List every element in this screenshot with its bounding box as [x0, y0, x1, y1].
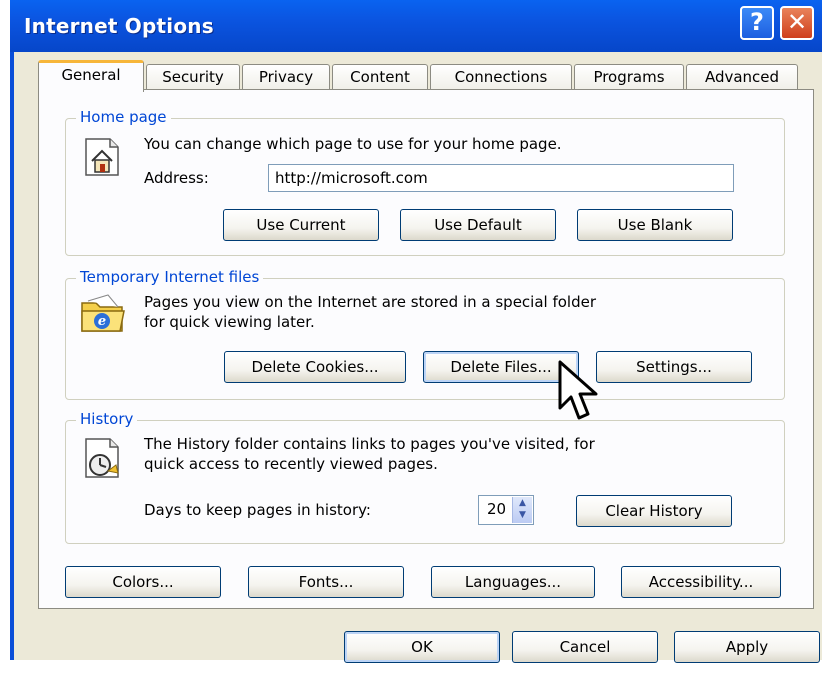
- temp-files-description-line2: for quick viewing later.: [144, 313, 315, 331]
- svg-text:e: e: [98, 314, 106, 329]
- home-page-icon: [85, 138, 119, 176]
- tab-security[interactable]: Security: [146, 64, 240, 90]
- apply-button[interactable]: Apply: [674, 631, 820, 663]
- languages-button[interactable]: Languages...: [431, 566, 595, 598]
- cancel-button[interactable]: Cancel: [512, 631, 658, 663]
- use-default-button[interactable]: Use Default: [400, 209, 556, 241]
- clear-history-button[interactable]: Clear History: [576, 495, 732, 527]
- window-title: Internet Options: [24, 14, 214, 38]
- fonts-button[interactable]: Fonts...: [248, 566, 404, 598]
- temp-files-folder-icon: e: [81, 294, 125, 332]
- history-description-line2: quick access to recently viewed pages.: [144, 455, 438, 473]
- home-page-group-label: Home page: [76, 108, 171, 126]
- use-blank-button[interactable]: Use Blank: [577, 209, 733, 241]
- history-clock-icon: [85, 438, 119, 478]
- address-label: Address:: [144, 169, 209, 187]
- days-to-keep-label: Days to keep pages in history:: [144, 501, 371, 519]
- tab-connections[interactable]: Connections: [430, 64, 572, 90]
- help-button[interactable]: ?: [740, 6, 774, 40]
- home-page-group: Home page You can change which page to u…: [65, 108, 785, 256]
- history-description-line1: The History folder contains links to pag…: [144, 435, 595, 453]
- settings-button[interactable]: Settings...: [596, 351, 752, 383]
- colors-button[interactable]: Colors...: [65, 566, 221, 598]
- days-to-keep-value: 20: [487, 500, 507, 518]
- general-tab-panel: Home page You can change which page to u…: [38, 89, 814, 609]
- close-button[interactable]: ✕: [780, 6, 814, 40]
- internet-options-window: Internet Options ? ✕ General Security Pr…: [10, 0, 822, 663]
- address-input[interactable]: http://microsoft.com: [268, 164, 734, 192]
- use-current-button[interactable]: Use Current: [223, 209, 379, 241]
- temp-files-description-line1: Pages you view on the Internet are store…: [144, 293, 597, 311]
- days-to-keep-spinner[interactable]: 20 ▲ ▼: [478, 495, 534, 525]
- spinner-arrows-icon[interactable]: ▲ ▼: [512, 497, 532, 523]
- history-group: History The History folder contains link…: [65, 410, 785, 544]
- delete-cookies-button[interactable]: Delete Cookies...: [224, 351, 406, 383]
- temp-files-group-label: Temporary Internet files: [76, 268, 264, 286]
- accessibility-button[interactable]: Accessibility...: [621, 566, 781, 598]
- tab-programs[interactable]: Programs: [574, 64, 684, 90]
- tab-content[interactable]: Content: [332, 64, 428, 90]
- mouse-pointer-icon: [558, 360, 598, 420]
- history-group-label: History: [76, 410, 138, 428]
- dialog-body: General Security Privacy Content Connect…: [14, 52, 822, 663]
- tab-privacy[interactable]: Privacy: [242, 64, 330, 90]
- title-bar[interactable]: Internet Options ? ✕: [10, 0, 822, 52]
- home-page-description: You can change which page to use for you…: [144, 135, 562, 153]
- delete-files-button[interactable]: Delete Files...: [423, 351, 579, 383]
- temporary-internet-files-group: Temporary Internet files e Pages you vie…: [65, 268, 785, 400]
- ok-button[interactable]: OK: [344, 631, 500, 663]
- tab-advanced[interactable]: Advanced: [686, 64, 798, 90]
- tab-general[interactable]: General: [38, 60, 144, 92]
